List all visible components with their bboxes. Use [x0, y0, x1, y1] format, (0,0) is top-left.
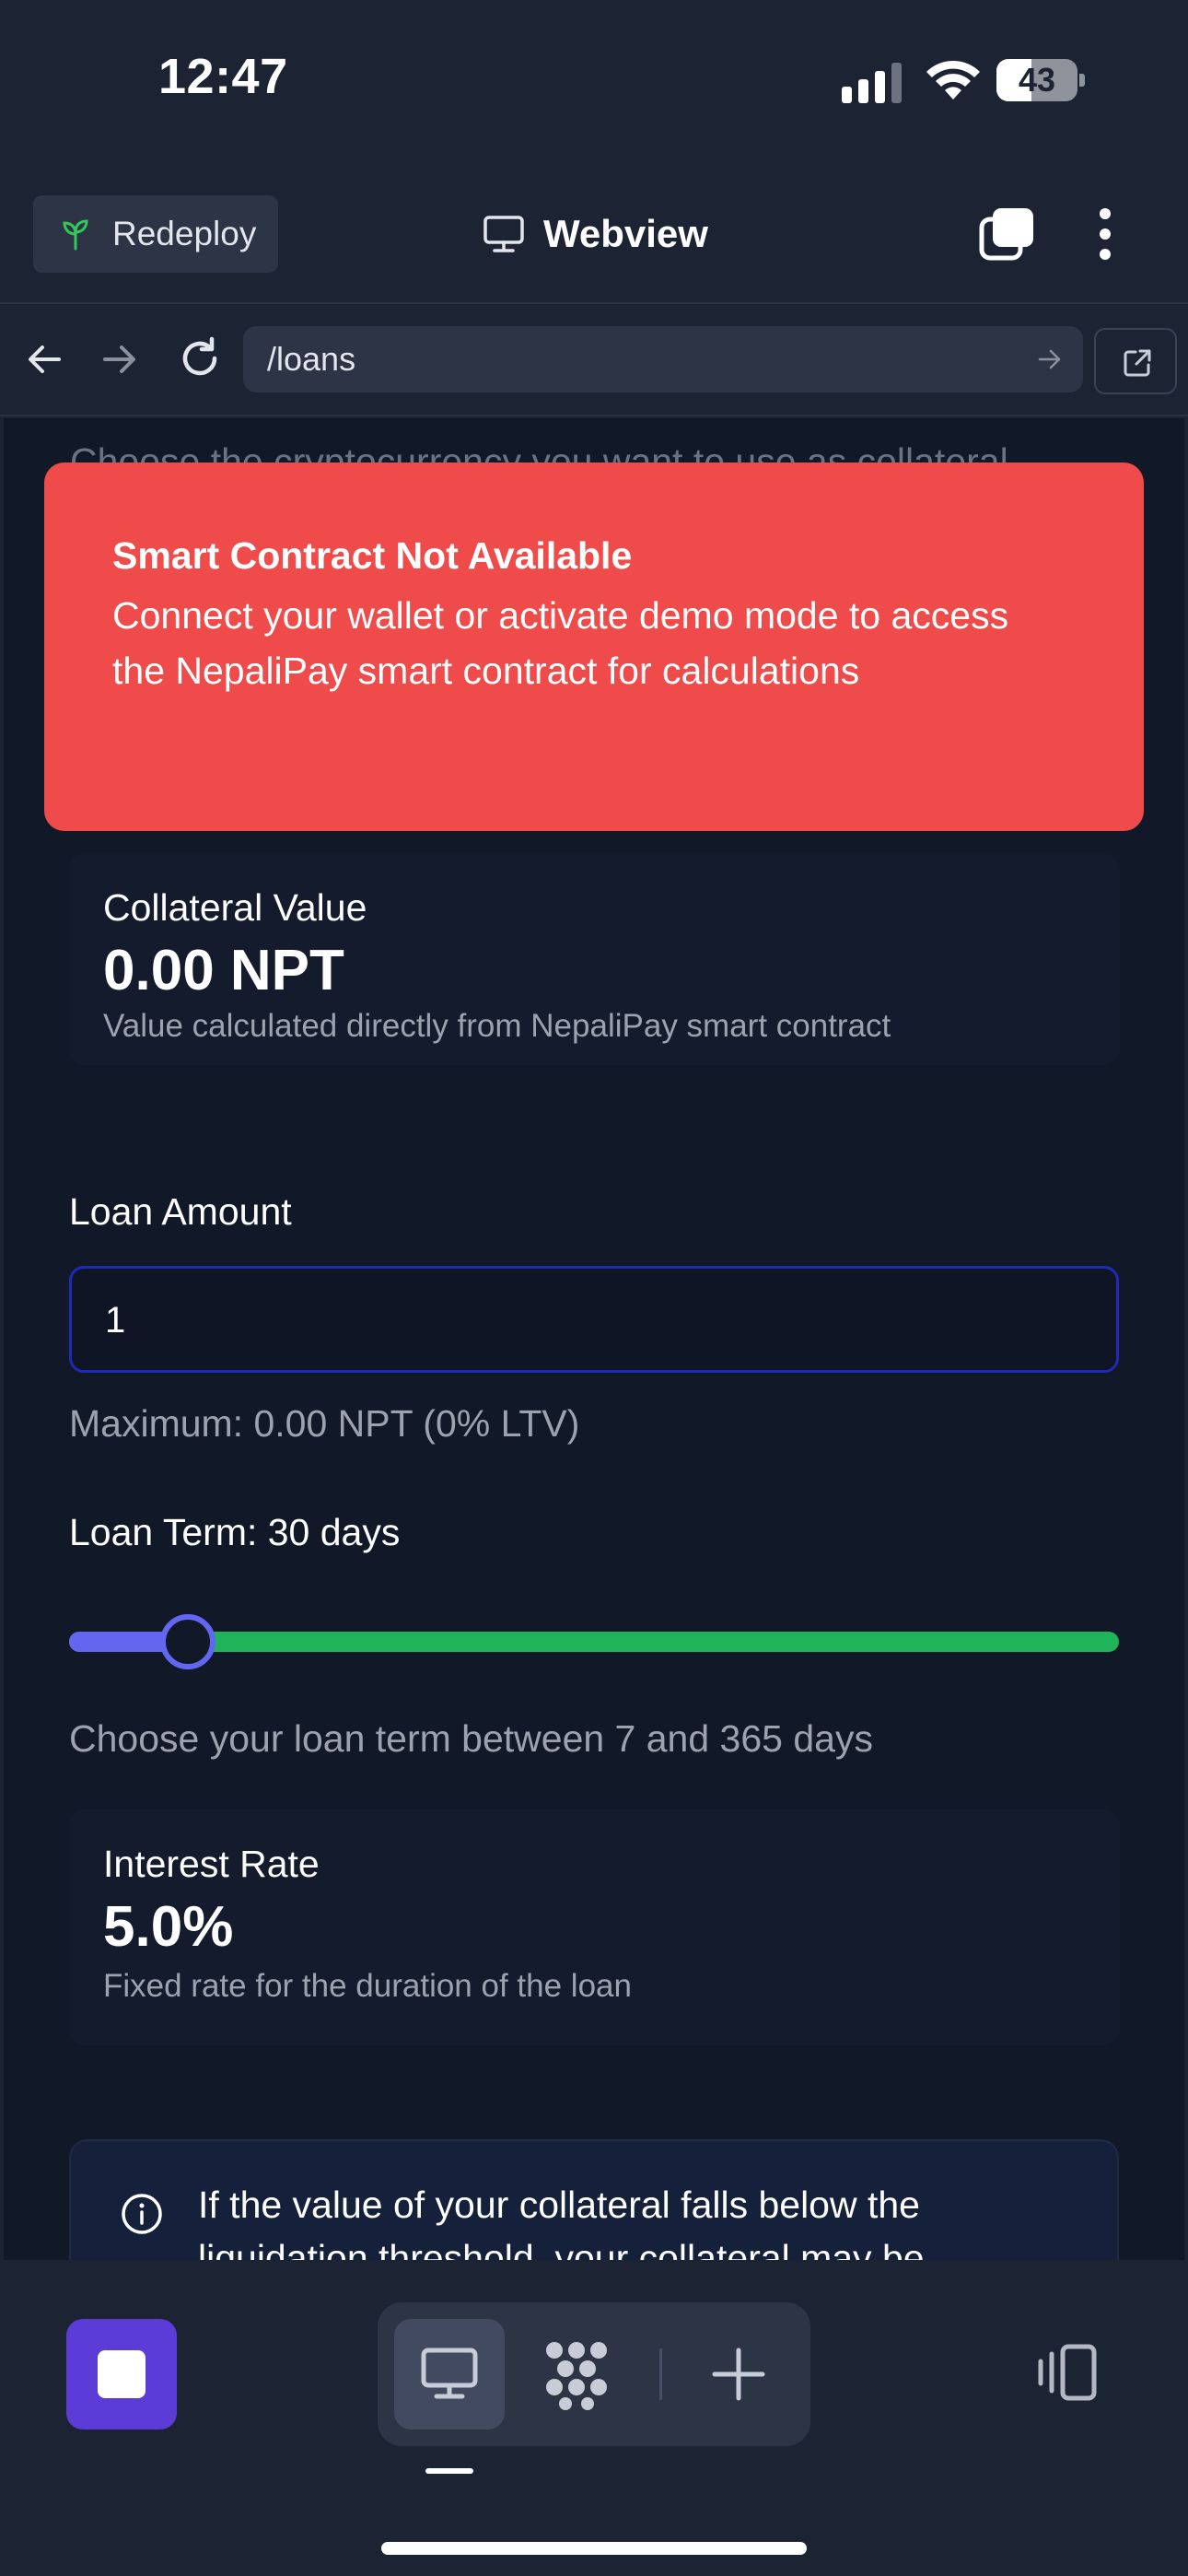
- collateral-value-card: Collateral Value 0.00 NPT Value calculat…: [68, 853, 1120, 1065]
- stop-icon: [98, 2350, 146, 2398]
- stop-button[interactable]: [66, 2319, 177, 2430]
- arrow-left-icon[interactable]: [24, 339, 64, 380]
- rotate-device-icon[interactable]: [1033, 2339, 1100, 2406]
- url-path: /loans: [267, 340, 356, 378]
- more-vertical-icon[interactable]: [1090, 206, 1120, 262]
- desktop-view-button[interactable]: [394, 2319, 505, 2430]
- error-toast-message: Connect your wallet or activate demo mod…: [112, 594, 1009, 692]
- bottom-toolbar: [0, 2260, 1188, 2576]
- url-bar: /loans: [0, 306, 1188, 416]
- app-bar: Redeploy Webview: [0, 175, 1188, 304]
- liquidation-info-text: If the value of your collateral falls be…: [198, 2184, 925, 2260]
- loan-amount-value: 1: [105, 1300, 126, 1341]
- loan-term-help: Choose your loan term between 7 and 365 …: [69, 1717, 873, 1760]
- interest-rate-card: Interest Rate 5.0% Fixed rate for the du…: [68, 1809, 1120, 2045]
- collateral-value-note: Value calculated directly from NepaliPay…: [103, 1008, 891, 1044]
- sprout-icon: [63, 219, 88, 251]
- loan-term-label: Loan Term: 30 days: [69, 1511, 401, 1553]
- plus-icon[interactable]: [709, 2345, 768, 2404]
- webview-content: Choose the cryptocurrency you want to us…: [4, 418, 1184, 2260]
- status-bar: 12:47 43: [0, 0, 1188, 175]
- interest-rate-note: Fixed rate for the duration of the loan: [103, 1968, 632, 2004]
- toolbar-divider: [659, 2348, 662, 2400]
- loan-amount-input[interactable]: 1: [69, 1266, 1119, 1373]
- external-link-icon: [1124, 349, 1151, 377]
- cellular-signal-icon: [842, 63, 902, 103]
- collateral-value-label: Collateral Value: [103, 886, 367, 929]
- webview-tab-title[interactable]: Webview: [483, 206, 708, 262]
- interest-rate-value: 5.0%: [103, 1895, 234, 1959]
- error-toast-title: Smart Contract Not Available: [112, 534, 633, 577]
- monitor-icon: [421, 2348, 478, 2399]
- status-time: 12:47: [158, 49, 288, 104]
- go-arrow-icon[interactable]: [1037, 346, 1063, 372]
- redeploy-button[interactable]: Redeploy: [33, 195, 278, 273]
- tabs-icon[interactable]: [978, 205, 1037, 263]
- home-indicator[interactable]: [381, 2542, 807, 2555]
- arrow-right-icon[interactable]: [99, 339, 140, 380]
- webview-title-label: Webview: [543, 212, 708, 255]
- battery-level: 43: [1018, 61, 1056, 99]
- redeploy-label: Redeploy: [112, 215, 257, 252]
- loan-amount-label: Loan Amount: [69, 1190, 292, 1233]
- wifi-icon: [926, 60, 980, 100]
- loan-term-slider-track[interactable]: [69, 1632, 1119, 1652]
- battery-indicator: 43: [996, 59, 1085, 101]
- open-external-button[interactable]: [1094, 328, 1177, 394]
- view-switcher: [378, 2302, 810, 2446]
- liquidation-info-box: If the value of your collateral falls be…: [69, 2139, 1119, 2260]
- info-icon: [122, 2194, 162, 2234]
- loan-term-slider-thumb[interactable]: [160, 1614, 216, 1669]
- apps-icon[interactable]: [540, 2337, 613, 2411]
- reload-icon[interactable]: [177, 335, 223, 381]
- error-toast[interactable]: Smart Contract Not Available Connect you…: [44, 463, 1144, 831]
- active-view-indicator: [425, 2468, 473, 2474]
- url-input[interactable]: /loans: [243, 326, 1083, 392]
- loan-amount-maximum: Maximum: 0.00 NPT (0% LTV): [69, 1402, 580, 1445]
- monitor-icon: [483, 216, 524, 252]
- interest-rate-label: Interest Rate: [103, 1843, 320, 1885]
- collateral-value: 0.00 NPT: [103, 939, 344, 1002]
